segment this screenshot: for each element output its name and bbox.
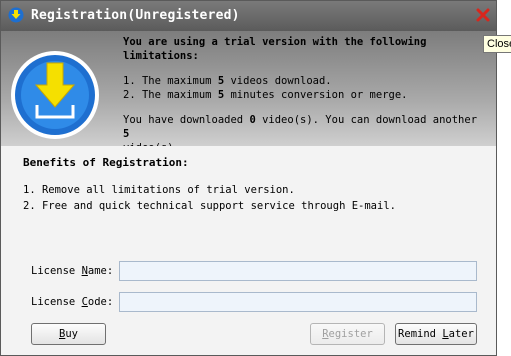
window-title: Registration(Unregistered) — [31, 8, 240, 23]
registration-dialog: Registration(Unregistered) You are using… — [0, 0, 497, 356]
benefits-panel: Benefits of Registration: 1. Remove all … — [1, 146, 496, 355]
register-button[interactable]: Register — [310, 323, 385, 345]
close-tooltip: Close — [483, 35, 511, 53]
benefit-item: 1. Remove all limitations of trial versi… — [23, 184, 295, 196]
license-name-label: License Name: — [31, 265, 114, 277]
close-icon[interactable] — [474, 6, 492, 24]
license-code-input[interactable] — [119, 292, 477, 312]
trial-heading-line2: limitations: — [123, 50, 199, 62]
limit-minutes: 2. The maximum 5 minutes conversion or m… — [123, 89, 408, 101]
license-name-input[interactable] — [119, 261, 477, 281]
trial-info-panel: You are using a trial version with the f… — [1, 31, 496, 154]
trial-heading-line1: You are using a trial version with the f… — [123, 36, 427, 48]
remind-later-button[interactable]: Remind Later — [395, 323, 477, 345]
limit-videos: 1. The maximum 5 videos download. — [123, 75, 332, 87]
benefit-item: 2. Free and quick technical support serv… — [23, 200, 396, 212]
benefits-title: Benefits of Registration: — [23, 156, 189, 169]
title-bar: Registration(Unregistered) — [1, 1, 496, 31]
trial-limitations-text: You are using a trial version with the f… — [123, 35, 483, 155]
download-count: You have downloaded 0 video(s). You can … — [123, 114, 478, 140]
license-code-label: License Code: — [31, 296, 114, 308]
download-app-icon — [8, 7, 24, 23]
download-logo-icon — [11, 51, 99, 139]
buy-button[interactable]: Buy — [31, 323, 106, 345]
